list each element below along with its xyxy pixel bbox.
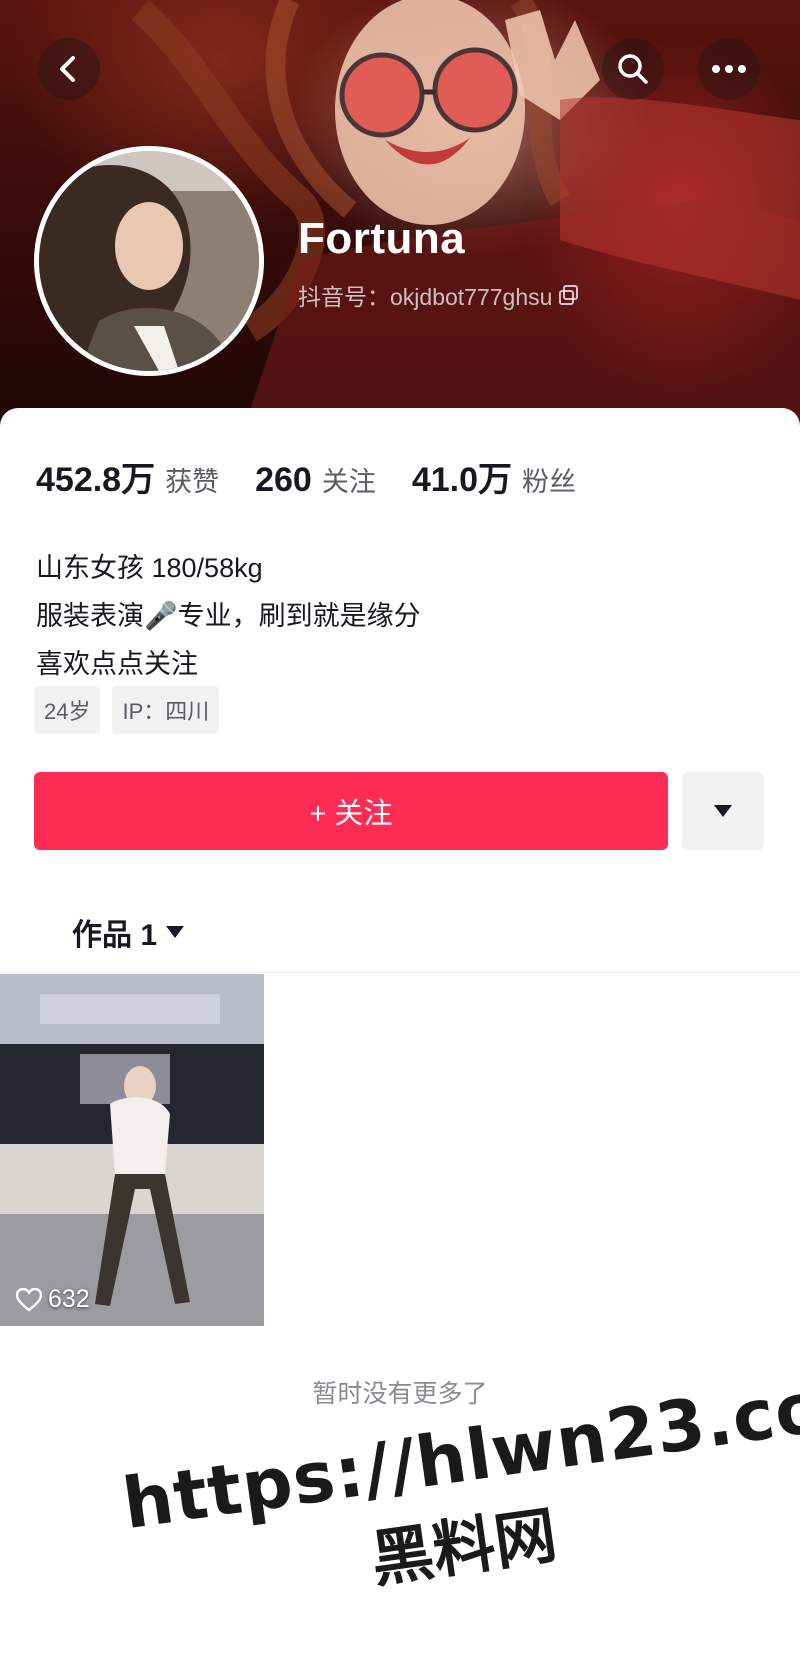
bio-line: 山东女孩 180/58kg [36,553,263,583]
follow-button[interactable]: + 关注 [34,772,668,850]
chevron-left-icon [60,56,75,82]
tag-ip-location: IP：四川 [112,686,220,734]
back-button[interactable] [38,38,100,100]
profile-cover: Fortuna 抖音号：okjdbot777ghsu [0,0,800,440]
stat-label: 关注 [321,467,376,497]
video-thumbnail-image [0,974,264,1326]
tab-works-label: 作品 1 [72,919,158,952]
triangle-down-icon [714,805,732,817]
avatar-photo [39,151,259,371]
bio-line: 服装表演🎤专业，刷到就是缘分 [36,601,421,631]
video-thumbnail[interactable]: 632 [0,974,264,1326]
more-dots-icon [712,65,746,73]
stat-value: 260 [255,461,312,499]
stat-followers[interactable]: 41.0万 粉丝 [412,452,576,501]
account-id-text: 抖音号：okjdbot777ghsu [298,284,553,310]
video-likes: 632 [16,1285,90,1314]
nickname: Fortuna [298,214,466,263]
stats-row: 452.8万 获赞 260 关注 41.0万 粉丝 [36,452,612,501]
bio: 山东女孩 180/58kg 服装表演🎤专业，刷到就是缘分 喜欢点点关注 [36,544,421,688]
stat-label: 粉丝 [522,467,577,497]
tab-divider [0,972,800,973]
account-id[interactable]: 抖音号：okjdbot777ghsu [298,278,580,312]
follow-button-label: + 关注 [309,798,393,830]
tab-works[interactable]: 作品 1 [72,910,185,954]
heart-icon [16,1287,42,1312]
stat-value: 452.8万 [36,461,156,499]
tag-age: 24岁 [34,686,101,734]
stat-value: 41.0万 [411,461,513,499]
search-icon [618,54,648,84]
search-button[interactable] [602,38,664,100]
stat-likes[interactable]: 452.8万 获赞 [36,452,219,501]
more-options-button[interactable] [698,38,760,100]
profile-tags: 24岁 IP：四川 [34,686,220,734]
caret-down-icon [166,926,185,938]
avatar[interactable] [34,146,264,376]
video-likes-count: 632 [48,1285,90,1313]
copy-icon[interactable] [558,284,580,306]
bio-line: 喜欢点点关注 [36,649,198,679]
stat-label: 获赞 [165,467,220,497]
stat-following[interactable]: 260 关注 [255,460,376,500]
more-actions-button[interactable] [682,772,764,850]
